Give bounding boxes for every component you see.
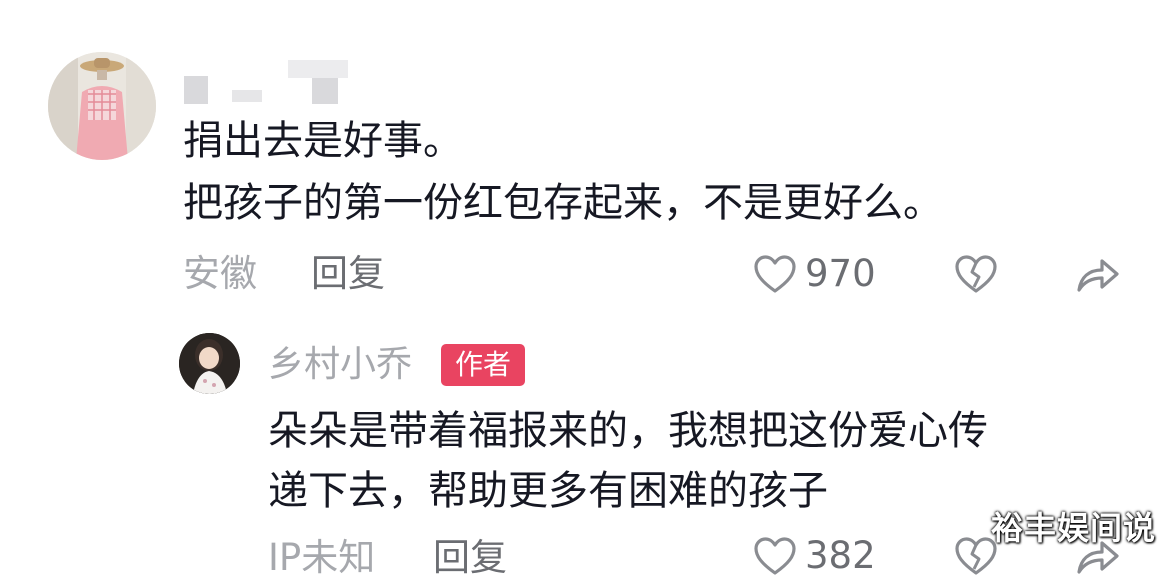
share-icon <box>1077 259 1119 292</box>
comment-share-button[interactable] <box>1075 255 1121 299</box>
author-username[interactable]: 乡村小乔 <box>268 345 412 385</box>
heart-icon <box>754 255 796 293</box>
dislike-icon <box>955 255 997 293</box>
reply-like-button[interactable]: 382 <box>753 536 876 576</box>
comment-like-count: 970 <box>805 252 876 295</box>
author-avatar-image <box>179 333 240 394</box>
comment-dislike-button[interactable] <box>954 254 998 298</box>
comment-like-button[interactable]: 970 <box>753 254 876 294</box>
heart-icon <box>754 537 796 575</box>
reply-like-count: 382 <box>805 534 876 577</box>
reply-reply-button[interactable]: 回复 <box>433 538 507 578</box>
reply-text-line-2: 递下去，帮助更多有困难的孩子 <box>268 468 828 514</box>
commenter-username-redacted <box>184 60 364 104</box>
commenter-avatar[interactable] <box>48 52 156 160</box>
comment-text-line-1: 捐出去是好事。 <box>183 118 463 164</box>
author-badge: 作者 <box>441 344 525 386</box>
watermark-text: 裕丰娱间说 <box>990 509 1156 547</box>
author-avatar[interactable] <box>179 333 240 394</box>
comment-text-line-2: 把孩子的第一份红包存起来，不是更好么。 <box>183 180 943 226</box>
reply-button[interactable]: 回复 <box>311 254 385 294</box>
reply-location: IP未知 <box>268 536 376 579</box>
reply-text-line-1: 朵朵是带着福报来的，我想把这份爱心传 <box>268 408 988 454</box>
avatar-image <box>48 52 156 160</box>
comment-location: 安徽 <box>183 252 257 295</box>
